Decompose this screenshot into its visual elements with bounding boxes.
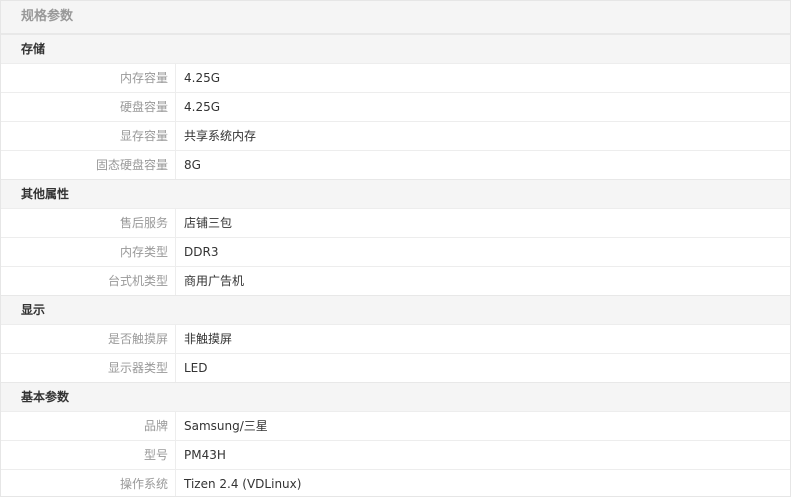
spec-table: 规格参数 存储 内存容量 4.25G 硬盘容量 4.25G 显存容量 共享系统内…: [0, 0, 791, 497]
spec-row: 内存类型 DDR3: [1, 237, 790, 266]
spec-row: 硬盘容量 4.25G: [1, 92, 790, 121]
spec-value: Samsung/三星: [184, 419, 268, 433]
spec-row: 是否触摸屏 非触摸屏: [1, 324, 790, 353]
spec-row: 售后服务 店铺三包: [1, 208, 790, 237]
spec-value: 4.25G: [184, 100, 221, 114]
spec-label: 显示器类型: [1, 354, 176, 382]
spec-label: 固态硬盘容量: [1, 151, 176, 179]
spec-row: 品牌 Samsung/三星: [1, 411, 790, 440]
group-title: 显示: [1, 295, 790, 324]
spec-label: 内存类型: [1, 238, 176, 266]
spec-value: 8G: [184, 158, 201, 172]
spec-label: 操作系统: [1, 470, 176, 496]
spec-value: 非触摸屏: [184, 332, 233, 346]
spec-value: DDR3: [184, 245, 219, 259]
spec-header-title: 规格参数: [1, 1, 790, 34]
spec-label: 品牌: [1, 412, 176, 440]
group-title: 存储: [1, 34, 790, 63]
spec-row: 固态硬盘容量 8G: [1, 150, 790, 179]
spec-row: 型号 PM43H: [1, 440, 790, 469]
spec-value: Tizen 2.4 (VDLinux): [184, 477, 302, 491]
spec-label: 内存容量: [1, 64, 176, 92]
group-title: 基本参数: [1, 382, 790, 411]
spec-label: 硬盘容量: [1, 93, 176, 121]
spec-label: 显存容量: [1, 122, 176, 150]
spec-row: 内存容量 4.25G: [1, 63, 790, 92]
spec-group-basic: 基本参数 品牌 Samsung/三星 型号 PM43H 操作系统 Tizen 2…: [1, 382, 790, 496]
spec-label: 型号: [1, 441, 176, 469]
spec-value: 商用广告机: [184, 274, 245, 288]
spec-value: LED: [184, 361, 208, 375]
spec-group-storage: 存储 内存容量 4.25G 硬盘容量 4.25G 显存容量 共享系统内存 固态硬…: [1, 34, 790, 179]
spec-value: PM43H: [184, 448, 226, 462]
spec-label: 台式机类型: [1, 267, 176, 295]
spec-label: 售后服务: [1, 209, 176, 237]
spec-row: 台式机类型 商用广告机: [1, 266, 790, 295]
spec-label: 是否触摸屏: [1, 325, 176, 353]
spec-value: 店铺三包: [184, 216, 233, 230]
group-title: 其他属性: [1, 179, 790, 208]
spec-row: 显存容量 共享系统内存: [1, 121, 790, 150]
spec-value: 4.25G: [184, 71, 221, 85]
spec-row: 显示器类型 LED: [1, 353, 790, 382]
spec-value: 共享系统内存: [184, 129, 257, 143]
spec-row: 操作系统 Tizen 2.4 (VDLinux): [1, 469, 790, 496]
spec-group-display: 显示 是否触摸屏 非触摸屏 显示器类型 LED: [1, 295, 790, 382]
spec-group-other: 其他属性 售后服务 店铺三包 内存类型 DDR3 台式机类型 商用广告机: [1, 179, 790, 295]
